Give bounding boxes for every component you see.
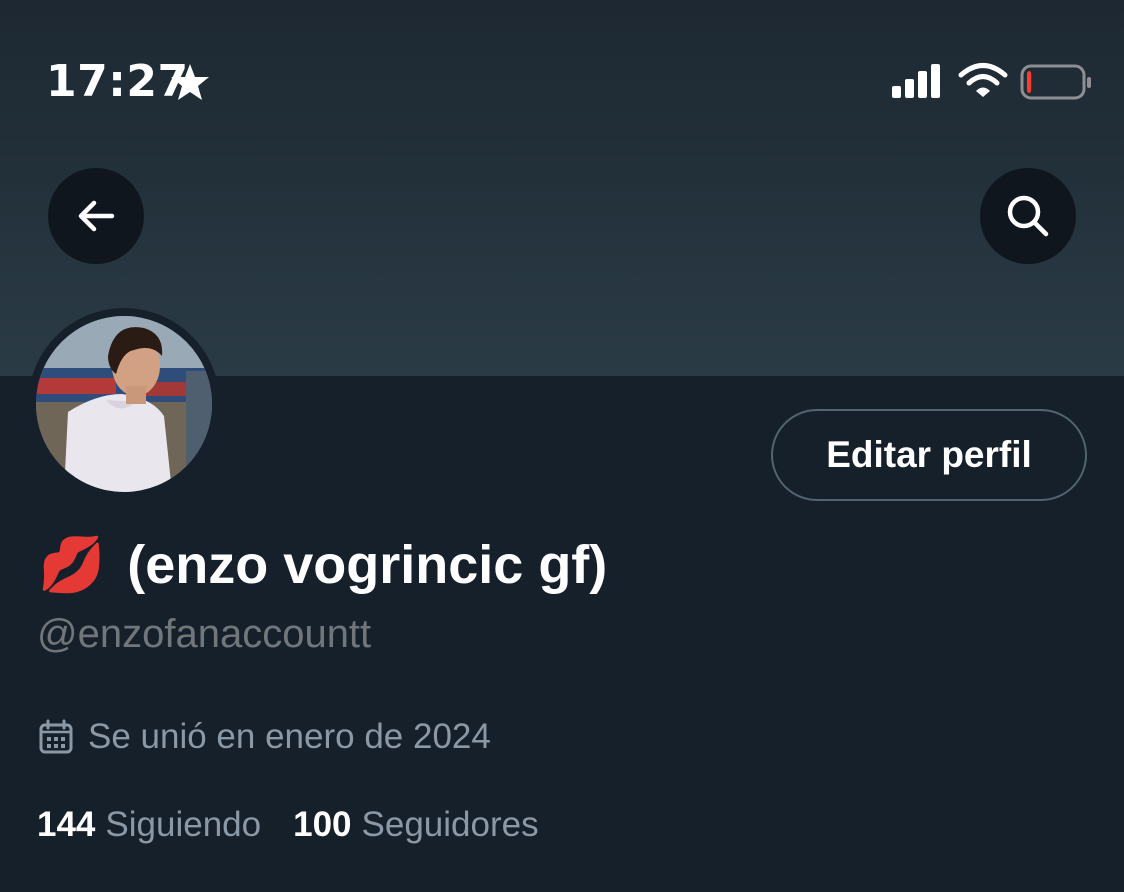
- star-icon: [171, 64, 209, 100]
- search-button[interactable]: [980, 168, 1076, 264]
- calendar-icon: [39, 719, 73, 754]
- signal-icon: [892, 64, 940, 98]
- arrow-left-icon: [78, 200, 115, 232]
- status-time: 17:27: [46, 56, 189, 107]
- following-label: Siguiendo: [105, 805, 262, 844]
- avatar-photo: [36, 316, 212, 492]
- edit-profile-button[interactable]: Editar perfil: [771, 409, 1087, 501]
- battery-icon: [1020, 64, 1091, 100]
- username-handle: @enzofanaccountt: [37, 612, 372, 656]
- followers-link[interactable]: 100 Seguidores: [293, 805, 538, 845]
- kiss-icon: 💋: [38, 533, 106, 596]
- joined-date-row: Se unió en enero de 2024: [38, 712, 491, 762]
- following-link[interactable]: 144 Siguiendo: [37, 805, 261, 845]
- display-name-row: 💋 (enzo vogrincic gf): [38, 530, 607, 600]
- followers-label: Seguidores: [361, 805, 539, 844]
- follow-stats: 144 Siguiendo 100 Seguidores: [37, 800, 571, 850]
- back-button[interactable]: [48, 168, 144, 264]
- joined-date-text: Se unió en enero de 2024: [88, 717, 491, 756]
- following-count: 144: [37, 805, 96, 844]
- followers-count: 100: [293, 805, 352, 844]
- avatar[interactable]: [28, 308, 220, 500]
- search-icon: [1007, 195, 1049, 237]
- status-bar: 17:27: [0, 0, 1124, 160]
- wifi-icon: [958, 63, 1008, 97]
- display-name: (enzo vogrincic gf): [127, 535, 608, 595]
